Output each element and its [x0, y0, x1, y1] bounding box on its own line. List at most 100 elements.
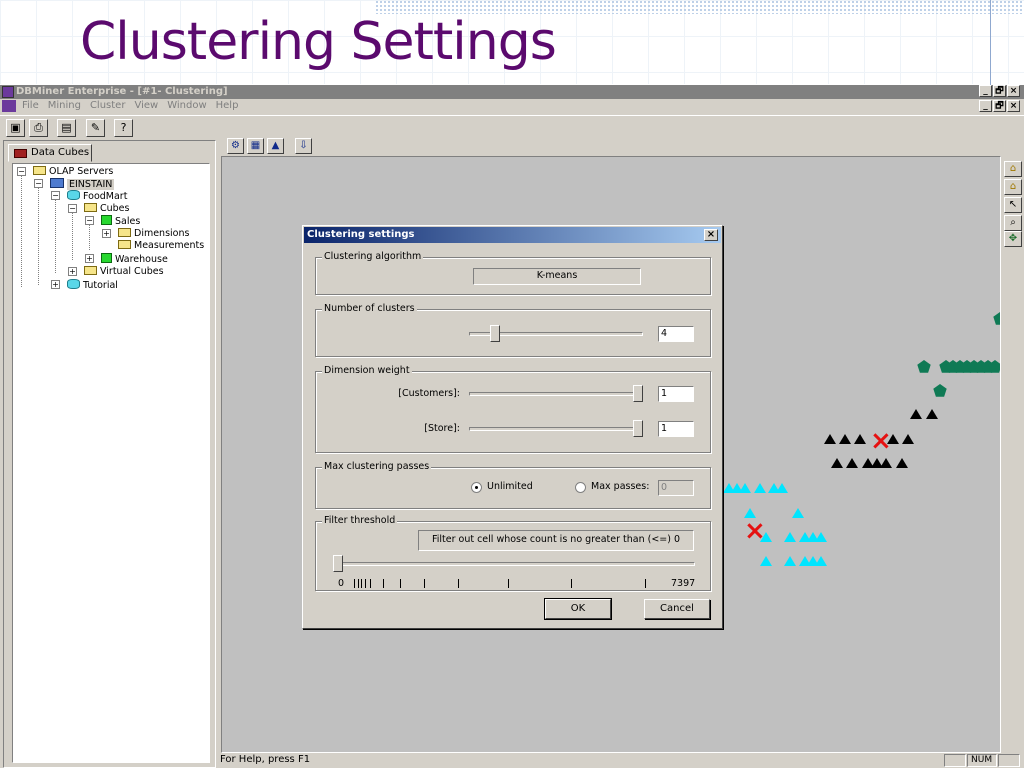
collapse-icon[interactable]: −: [51, 191, 60, 200]
close-button[interactable]: ×: [1007, 85, 1020, 97]
ok-button[interactable]: OK: [544, 598, 612, 620]
tree-item-measurements[interactable]: Measurements: [118, 240, 204, 252]
status-num: NUM: [967, 754, 997, 767]
expand-icon[interactable]: +: [102, 229, 111, 238]
collapse-icon[interactable]: −: [34, 179, 43, 188]
folder-icon: [84, 266, 97, 275]
print-icon[interactable]: ⎙: [29, 119, 48, 137]
group-label: Max clustering passes: [322, 461, 432, 472]
customers-weight-slider[interactable]: [469, 392, 643, 396]
home-icon[interactable]: ⌂: [1004, 161, 1022, 177]
tree-item-einstain[interactable]: − EINSTAIN: [34, 178, 115, 190]
home-alt-icon[interactable]: ⌂: [1004, 179, 1022, 195]
filter-description: Filter out cell whose count is no greate…: [418, 530, 694, 551]
doc-restore-button[interactable]: 🗗: [993, 100, 1006, 112]
group-label: Clustering algorithm: [322, 251, 424, 262]
tree-item-tutorial[interactable]: + Tutorial: [51, 279, 118, 291]
menu-help[interactable]: Help: [216, 100, 239, 111]
chart-icon[interactable]: ▲: [267, 138, 284, 154]
tree-label: Dimensions: [134, 228, 190, 239]
collapse-icon[interactable]: −: [85, 216, 94, 225]
tree-item-olap-servers[interactable]: − OLAP Servers: [17, 166, 113, 178]
tree-line: [72, 212, 73, 260]
green-cluster: [917, 312, 1000, 397]
store-weight-input[interactable]: 1: [658, 421, 694, 437]
menu-mining[interactable]: Mining: [48, 100, 81, 111]
help-icon[interactable]: ?: [114, 119, 133, 137]
tree-item-warehouse[interactable]: + Warehouse: [85, 253, 168, 265]
pointer-icon[interactable]: ↖: [1004, 197, 1022, 213]
window-controls: _ 🗗 ×: [979, 85, 1020, 97]
filter-threshold-group: Filter threshold Filter out cell whose c…: [315, 515, 711, 591]
grid-icon[interactable]: ▦: [247, 138, 264, 154]
tree-label: OLAP Servers: [49, 166, 114, 177]
algorithm-field[interactable]: K-means: [473, 268, 641, 285]
tree-item-foodmart[interactable]: − FoodMart: [51, 190, 127, 202]
group-label: Filter threshold: [322, 515, 398, 526]
menu-view[interactable]: View: [134, 100, 158, 111]
collapse-icon[interactable]: −: [17, 167, 26, 176]
algorithm-group: Clustering algorithm K-means: [315, 251, 711, 295]
tick-mark: [571, 579, 572, 588]
max-passes-radio[interactable]: [575, 482, 586, 493]
teal-triangle: [760, 556, 772, 566]
filter-slider-thumb[interactable]: [333, 555, 343, 572]
menu-cluster[interactable]: Cluster: [90, 100, 126, 111]
unlimited-label: Unlimited: [487, 481, 533, 492]
black-triangle: [880, 458, 892, 468]
menu-window[interactable]: Window: [167, 100, 206, 111]
clusters-input[interactable]: 4: [658, 326, 694, 342]
restore-button[interactable]: 🗗: [993, 85, 1006, 97]
group-label: Number of clusters: [322, 303, 417, 314]
move-icon[interactable]: ✥: [1004, 231, 1022, 247]
minimize-button[interactable]: _: [979, 85, 992, 97]
max-passes-input[interactable]: 0: [658, 480, 694, 496]
tab-data-cubes[interactable]: Data Cubes: [8, 144, 92, 162]
dialog-close-button[interactable]: ×: [704, 229, 718, 241]
green-pentagon: [993, 312, 1000, 325]
doc-minimize-button[interactable]: _: [979, 100, 992, 112]
filter-slider[interactable]: [333, 562, 695, 566]
filter-max-label: 7397: [671, 578, 696, 589]
tab-label: Data Cubes: [31, 147, 90, 158]
doc-close-button[interactable]: ×: [1007, 100, 1020, 112]
tree-label: Warehouse: [115, 254, 168, 265]
wand-icon[interactable]: ✎: [86, 119, 105, 137]
tree-label: Virtual Cubes: [100, 266, 164, 277]
cancel-button[interactable]: Cancel: [644, 599, 710, 619]
customers-weight-input[interactable]: 1: [658, 386, 694, 402]
black-triangle: [902, 434, 914, 444]
tree-item-dimensions[interactable]: + Dimensions: [102, 228, 189, 240]
collapse-icon[interactable]: −: [68, 204, 77, 213]
settings-icon[interactable]: ⚙: [227, 138, 244, 154]
save-icon[interactable]: ▣: [6, 119, 25, 137]
expand-icon[interactable]: +: [68, 267, 77, 276]
status-bar: For Help, press F1 NUM: [218, 753, 1024, 768]
store-weight-slider[interactable]: [469, 427, 643, 431]
black-triangle: [896, 458, 908, 468]
tick-mark: [645, 579, 646, 588]
tree-item-virtual-cubes[interactable]: + Virtual Cubes: [68, 266, 164, 278]
menu-file[interactable]: File: [22, 100, 39, 111]
expand-icon[interactable]: +: [51, 280, 60, 289]
cube-icon: [101, 215, 112, 225]
tree-item-cubes[interactable]: − Cubes: [68, 203, 129, 215]
customers-weight-thumb[interactable]: [633, 385, 643, 402]
tick-mark: [383, 579, 384, 588]
filter-min-label: 0: [338, 578, 345, 589]
tree-label: Cubes: [100, 203, 130, 214]
properties-icon[interactable]: ▤: [57, 119, 76, 137]
database-icon: [67, 190, 80, 200]
black-triangle: [839, 434, 851, 444]
zoom-icon[interactable]: ⌕: [1004, 215, 1022, 231]
export-icon[interactable]: ⇩: [295, 138, 312, 154]
dialog-title: Clustering settings: [307, 229, 415, 240]
store-weight-thumb[interactable]: [633, 420, 643, 437]
folder-icon: [118, 240, 131, 249]
tick-mark: [354, 579, 355, 588]
tree-item-sales[interactable]: − Sales: [85, 215, 140, 227]
clusters-slider-thumb[interactable]: [490, 325, 501, 342]
unlimited-radio[interactable]: [471, 482, 482, 493]
app-icon: [2, 86, 14, 98]
expand-icon[interactable]: +: [85, 254, 94, 263]
